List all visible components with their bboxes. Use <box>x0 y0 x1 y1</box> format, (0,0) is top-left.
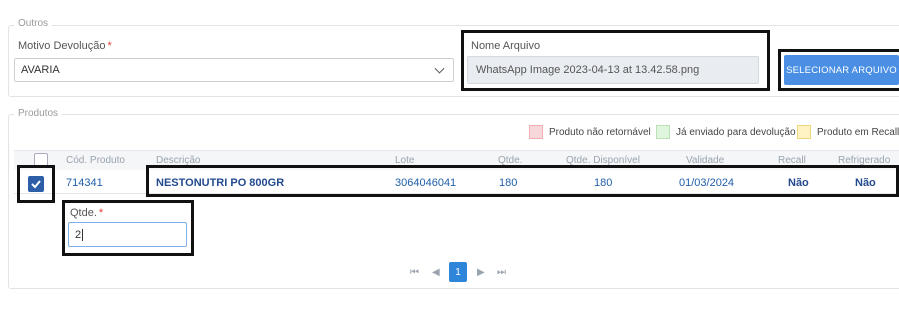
legend-nao-retornavel: Produto não retornável <box>529 125 651 139</box>
next-page-button[interactable]: ▶ <box>477 267 485 278</box>
produtos-legend: Produtos <box>14 108 63 119</box>
swatch-red <box>529 125 543 139</box>
legend-ja-enviado: Já enviado para devolução <box>656 125 796 139</box>
motivo-devolucao-value: AVARIA <box>21 64 60 76</box>
last-page-button[interactable]: ⏭ <box>497 267 506 278</box>
prev-page-button[interactable]: ◀ <box>432 267 440 278</box>
page-1-button[interactable]: 1 <box>449 262 467 282</box>
outros-legend: Outros <box>14 18 53 29</box>
first-page-button[interactable]: ⏮ <box>410 267 419 278</box>
motivo-devolucao-select[interactable]: AVARIA <box>14 58 454 82</box>
swatch-green <box>656 125 670 139</box>
highlight-nome-arquivo <box>461 30 770 91</box>
column-header-codigo[interactable]: Cód. Produto <box>66 155 125 166</box>
chevron-down-icon <box>434 63 445 74</box>
motivo-devolucao-label: Motivo Devolução * <box>18 40 112 52</box>
legend-recall: Produto em Recall <box>797 125 899 139</box>
highlight-selecionar-arquivo <box>778 49 899 91</box>
cell-codigo: 714341 <box>66 177 103 189</box>
highlight-checkbox <box>17 165 55 203</box>
highlight-qtde <box>62 200 194 256</box>
required-asterisk: * <box>107 40 112 52</box>
swatch-yellow <box>797 125 811 139</box>
highlight-product-row <box>146 165 899 197</box>
